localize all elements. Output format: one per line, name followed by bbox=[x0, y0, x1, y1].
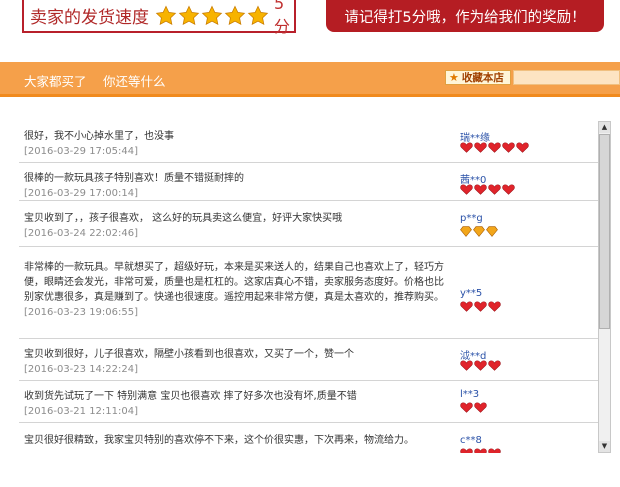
review-date: [2016-03-23 14:22:24] bbox=[24, 364, 139, 375]
star-icon bbox=[247, 5, 269, 25]
star-icon bbox=[224, 5, 246, 25]
review-text: 非常棒的一款玩具。早就想买了，超级好玩，本来是买来送人的，结果自己也喜欢上了，轻… bbox=[24, 262, 444, 303]
favorite-bar-decoration bbox=[513, 70, 620, 85]
review-text: 收到货先试玩了一下 特别满意 宝贝也很喜欢 摔了好多次也没有坏,质量不错 bbox=[24, 391, 357, 402]
heart-icon bbox=[460, 184, 473, 195]
buyer-credit-badge bbox=[460, 448, 502, 453]
heart-icon bbox=[488, 301, 501, 312]
top-banner: 卖家的发货速度 5分 请记得打5分哦，作为给我们的奖励！ bbox=[0, 0, 620, 48]
buyer-credit-badge bbox=[460, 301, 502, 312]
review-comment: 收到货先试玩了一下 特别满意 宝贝也很喜欢 摔了好多次也没有坏,质量不错 [201… bbox=[24, 389, 444, 419]
buyer-credit-badge bbox=[460, 360, 502, 371]
diamond-icon bbox=[473, 226, 485, 237]
heart-icon bbox=[474, 402, 487, 413]
heart-icon bbox=[474, 448, 487, 453]
review-scrollbar[interactable]: ▲ ▼ bbox=[598, 121, 611, 453]
buyer-credit-badge bbox=[460, 226, 499, 237]
heart-icon bbox=[502, 184, 515, 195]
reviewer-name[interactable]: l**3 bbox=[460, 389, 479, 400]
review-row: 很棒的一款玩具孩子特别喜欢！质量不错挺耐摔的 [2016-03-29 17:00:… bbox=[19, 163, 599, 201]
heart-icon bbox=[488, 448, 501, 453]
review-row: 收到货先试玩了一下 特别满意 宝贝也很喜欢 摔了好多次也没有坏,质量不错 [201… bbox=[19, 381, 599, 423]
shipping-speed-rating: 卖家的发货速度 5分 bbox=[22, 0, 296, 36]
scroll-up-arrow-icon[interactable]: ▲ bbox=[599, 122, 610, 133]
reviewer-name[interactable]: c**8 bbox=[460, 435, 482, 446]
heart-icon bbox=[460, 301, 473, 312]
reward-banner: 请记得打5分哦，作为给我们的奖励！ bbox=[326, 0, 604, 32]
review-list: 很好，我不小心掉水里了，也没事 [2016-03-29 17:05:44] 瑞**缘… bbox=[19, 121, 599, 453]
heart-icon bbox=[474, 184, 487, 195]
review-row: 很好，我不小心掉水里了，也没事 [2016-03-29 17:05:44] 瑞**缘 bbox=[19, 121, 599, 163]
heart-icon bbox=[488, 142, 501, 153]
star-icon bbox=[178, 5, 200, 25]
review-comment: 很好，我不小心掉水里了，也没事 [2016-03-29 17:05:44] bbox=[24, 129, 444, 159]
buyer-credit-badge bbox=[460, 402, 488, 413]
review-row: 宝贝很好很精致，我家宝贝特别的喜欢停不下来，这个价很实惠，下次再来，物流给力。 c… bbox=[19, 423, 599, 453]
star-icon bbox=[201, 5, 223, 25]
review-date: [2016-03-23 19:06:55] bbox=[24, 307, 139, 318]
review-date: [2016-03-29 17:00:14] bbox=[24, 188, 139, 199]
heart-icon bbox=[460, 402, 473, 413]
heart-icon bbox=[474, 360, 487, 371]
reviewer-name[interactable]: y**5 bbox=[460, 288, 482, 299]
review-date: [2016-03-21 12:11:04] bbox=[24, 406, 139, 417]
review-comment: 宝贝收到很好，儿子很喜欢，隔壁小孩看到也很喜欢，又买了一个，赞一个 [2016-0… bbox=[24, 347, 444, 377]
tab-what-are-you-waiting[interactable]: 你还等什么 bbox=[103, 71, 166, 90]
review-date: [2016-03-24 22:02:46] bbox=[24, 228, 139, 239]
review-comment: 很棒的一款玩具孩子特别喜欢！质量不错挺耐摔的 [2016-03-29 17:00:… bbox=[24, 171, 444, 201]
favorite-store-button[interactable]: ★ 收藏本店 bbox=[445, 70, 511, 85]
star-icon: ★ bbox=[449, 71, 459, 84]
rating-stars bbox=[155, 5, 270, 27]
heart-icon bbox=[502, 142, 515, 153]
review-text: 宝贝很好很精致，我家宝贝特别的喜欢停不下来，这个价很实惠，下次再来，物流给力。 bbox=[24, 435, 414, 446]
review-text: 很棒的一款玩具孩子特别喜欢！质量不错挺耐摔的 bbox=[24, 173, 244, 184]
shipping-speed-label: 卖家的发货速度 bbox=[30, 8, 149, 28]
review-text: 很好，我不小心掉水里了，也没事 bbox=[24, 131, 174, 142]
review-comment: 宝贝收到了，，孩子很喜欢， 这么好的玩具卖这么便宜，好评大家快买哦 [2016-0… bbox=[24, 211, 444, 241]
diamond-icon bbox=[460, 226, 472, 237]
heart-icon bbox=[488, 360, 501, 371]
scroll-down-arrow-icon[interactable]: ▼ bbox=[599, 441, 610, 452]
review-comment: 非常棒的一款玩具。早就想买了，超级好玩，本来是买来送人的，结果自己也喜欢上了，轻… bbox=[24, 260, 444, 320]
review-comment: 宝贝很好很精致，我家宝贝特别的喜欢停不下来，这个价很实惠，下次再来，物流给力。 bbox=[24, 433, 444, 448]
tab-everyone-bought[interactable]: 大家都买了 bbox=[24, 71, 87, 90]
buyer-credit-badge bbox=[460, 184, 516, 195]
favorite-store-label: 收藏本店 bbox=[461, 72, 504, 84]
review-row: 宝贝收到了，，孩子很喜欢， 这么好的玩具卖这么便宜，好评大家快买哦 [2016-0… bbox=[19, 201, 599, 247]
reviewer-name[interactable]: p**g bbox=[460, 213, 483, 224]
scrollbar-thumb[interactable] bbox=[599, 134, 610, 329]
heart-icon bbox=[488, 184, 501, 195]
diamond-icon bbox=[486, 226, 498, 237]
review-text: 宝贝收到了，，孩子很喜欢， 这么好的玩具卖这么便宜，好评大家快买哦 bbox=[24, 213, 343, 224]
review-row: 非常棒的一款玩具。早就想买了，超级好玩，本来是买来送人的，结果自己也喜欢上了，轻… bbox=[19, 247, 599, 339]
buyer-credit-badge bbox=[460, 142, 530, 153]
heart-icon bbox=[460, 448, 473, 453]
review-text: 宝贝收到很好，儿子很喜欢，隔壁小孩看到也很喜欢，又买了一个，赞一个 bbox=[24, 349, 354, 360]
heart-icon bbox=[460, 360, 473, 371]
review-date: [2016-03-29 17:05:44] bbox=[24, 146, 139, 157]
review-row: 宝贝收到很好，儿子很喜欢，隔壁小孩看到也很喜欢，又买了一个，赞一个 [2016-0… bbox=[19, 339, 599, 381]
heart-icon bbox=[474, 301, 487, 312]
heart-icon bbox=[474, 142, 487, 153]
rating-score: 5分 bbox=[274, 0, 291, 36]
star-icon bbox=[155, 5, 177, 25]
heart-icon bbox=[460, 142, 473, 153]
heart-icon bbox=[516, 142, 529, 153]
